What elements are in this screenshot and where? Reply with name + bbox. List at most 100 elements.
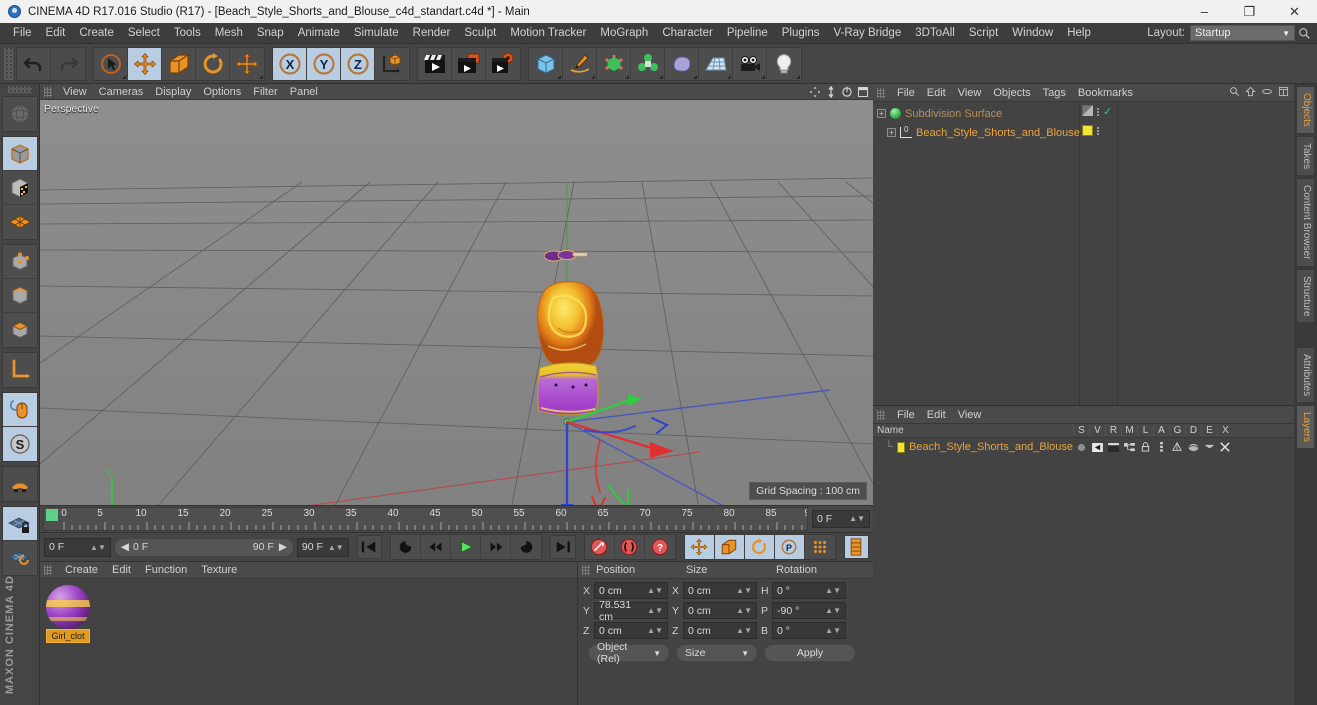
tab-structure[interactable]: Structure	[1296, 268, 1315, 324]
viewport-menu-display[interactable]: Display	[149, 84, 197, 100]
polygons-mode-button[interactable]	[2, 313, 37, 347]
object-menu-objects[interactable]: Objects	[987, 84, 1036, 102]
lock-y-button[interactable]: Y	[307, 47, 341, 80]
render-view-button[interactable]	[418, 47, 452, 80]
menu-item-window[interactable]: Window	[1005, 23, 1060, 44]
tab-layers[interactable]: Layers	[1296, 405, 1315, 450]
menu-item-pipeline[interactable]: Pipeline	[720, 23, 775, 44]
menu-item-sculpt[interactable]: Sculpt	[457, 23, 503, 44]
viewport-menu-panel[interactable]: Panel	[284, 84, 324, 100]
spinner-icon[interactable]: ▲▼	[328, 543, 344, 552]
size-y-input[interactable]: 0 cm ▲▼	[683, 602, 757, 620]
go-to-start-button[interactable]	[356, 535, 383, 560]
toolbar-grip[interactable]	[4, 47, 13, 80]
maximize-view-icon[interactable]	[857, 86, 869, 98]
layer-color-swatch[interactable]	[896, 441, 906, 453]
key-param-button[interactable]: P	[774, 535, 805, 560]
scale-tool-button[interactable]	[162, 47, 196, 80]
spinner-icon[interactable]: ▲▼	[825, 626, 841, 635]
play-backwards-button[interactable]	[391, 535, 422, 560]
spinner-icon[interactable]: ▲▼	[736, 606, 752, 615]
panel-grip[interactable]	[877, 409, 885, 420]
display-tag-icon[interactable]	[1081, 104, 1094, 119]
menu-item-create[interactable]: Create	[72, 23, 121, 44]
go-to-end-button[interactable]	[550, 535, 576, 560]
menu-item-edit[interactable]: Edit	[39, 23, 73, 44]
material-menu-function[interactable]: Function	[138, 562, 194, 579]
add-spline-button[interactable]	[563, 47, 597, 80]
menu-item-simulate[interactable]: Simulate	[347, 23, 406, 44]
minimize-button[interactable]: –	[1182, 0, 1227, 23]
enabled-check-icon[interactable]: ✓	[1103, 105, 1112, 118]
material-list[interactable]: Girl_clot	[40, 579, 577, 649]
search-icon[interactable]	[1295, 24, 1313, 42]
axis-move-button[interactable]	[230, 47, 264, 80]
next-frame-button[interactable]	[481, 535, 512, 560]
layer-menu-file[interactable]: File	[891, 406, 921, 424]
lock-icon[interactable]	[1137, 442, 1153, 452]
manager-icon[interactable]	[1121, 442, 1137, 452]
menu-item-mesh[interactable]: Mesh	[208, 23, 250, 44]
range-right-arrow-icon[interactable]: ▶	[279, 541, 287, 553]
move-tool-button[interactable]	[128, 47, 162, 80]
object-row-beach-style[interactable]: + Beach_Style_Shorts_and_Blouse	[873, 123, 1080, 142]
add-cube-button[interactable]	[529, 47, 563, 80]
panel-grip[interactable]	[877, 87, 885, 98]
menu-item-character[interactable]: Character	[655, 23, 720, 44]
rotation-h-input[interactable]: 0 ° ▲▼	[772, 582, 846, 600]
size-mode-dropdown[interactable]: Size ▼	[676, 644, 758, 663]
layout-dropdown[interactable]: Startup ▼	[1190, 25, 1295, 41]
maximize-button[interactable]: ❐	[1227, 0, 1272, 23]
spinner-icon[interactable]: ▲▼	[90, 543, 106, 552]
menu-item-tools[interactable]: Tools	[167, 23, 208, 44]
menu-item-snap[interactable]: Snap	[250, 23, 291, 44]
lock-x-button[interactable]: X	[273, 47, 307, 80]
object-manager-empty-area[interactable]	[1118, 102, 1294, 405]
add-deformer-button[interactable]	[665, 47, 699, 80]
spinner-icon[interactable]: ▲▼	[647, 606, 663, 615]
panel-grip[interactable]	[44, 565, 52, 576]
tab-takes[interactable]: Takes	[1296, 135, 1315, 177]
add-light-button[interactable]	[767, 47, 801, 80]
edges-mode-button[interactable]	[2, 279, 37, 313]
rotate-tool-button[interactable]	[196, 47, 230, 80]
menu-item-select[interactable]: Select	[121, 23, 167, 44]
spinner-icon[interactable]: ▲▼	[736, 626, 752, 635]
object-row-subdivision-surface[interactable]: + Subdivision Surface	[873, 104, 1079, 123]
spinner-icon[interactable]: ▲▼	[647, 626, 663, 635]
undo-button[interactable]	[17, 47, 51, 80]
world-object-coord-button[interactable]	[375, 47, 409, 80]
material-tag-icon[interactable]	[1082, 125, 1093, 136]
search-icon[interactable]	[1229, 86, 1240, 100]
expand-toggle-icon[interactable]: +	[877, 109, 886, 118]
axis-mode-button[interactable]	[2, 353, 37, 387]
material-menu-edit[interactable]: Edit	[105, 562, 138, 579]
points-mode-button[interactable]	[2, 245, 37, 279]
render-to-picture-viewer-button[interactable]	[452, 47, 486, 80]
home-icon[interactable]	[1245, 86, 1256, 100]
coordinate-mode-dropdown[interactable]: Object (Rel) ▼	[588, 641, 670, 665]
lock-workplane-button[interactable]	[2, 507, 37, 541]
model-mode-button[interactable]	[2, 137, 37, 171]
menu-item-render[interactable]: Render	[406, 23, 458, 44]
timeline-frame-field[interactable]: 0 F ▲▼	[812, 509, 870, 528]
render-icon[interactable]	[1105, 442, 1121, 452]
expand-toggle-icon[interactable]: +	[887, 128, 896, 137]
key-rotation-button[interactable]	[744, 535, 775, 560]
fit-icon[interactable]	[1278, 86, 1289, 100]
menu-item-mograph[interactable]: MoGraph	[593, 23, 655, 44]
rotation-b-input[interactable]: 0 ° ▲▼	[772, 622, 846, 640]
viewport-menu-view[interactable]: View	[57, 84, 93, 100]
position-z-input[interactable]: 0 cm ▲▼	[594, 622, 668, 640]
undo-view-button[interactable]	[2, 97, 37, 131]
keyframe-selection-button[interactable]: ?	[644, 535, 675, 560]
play-forward-loop-button[interactable]	[511, 535, 542, 560]
generator-icon[interactable]	[1169, 442, 1185, 452]
select-tool-button[interactable]	[94, 47, 128, 80]
render-settings-button[interactable]	[486, 47, 520, 80]
object-menu-bookmarks[interactable]: Bookmarks	[1072, 84, 1139, 102]
panel-grip[interactable]	[582, 565, 590, 576]
tab-objects[interactable]: Objects	[1296, 86, 1315, 134]
spinner-icon[interactable]: ▲▼	[825, 606, 841, 615]
layer-menu-edit[interactable]: Edit	[921, 406, 952, 424]
